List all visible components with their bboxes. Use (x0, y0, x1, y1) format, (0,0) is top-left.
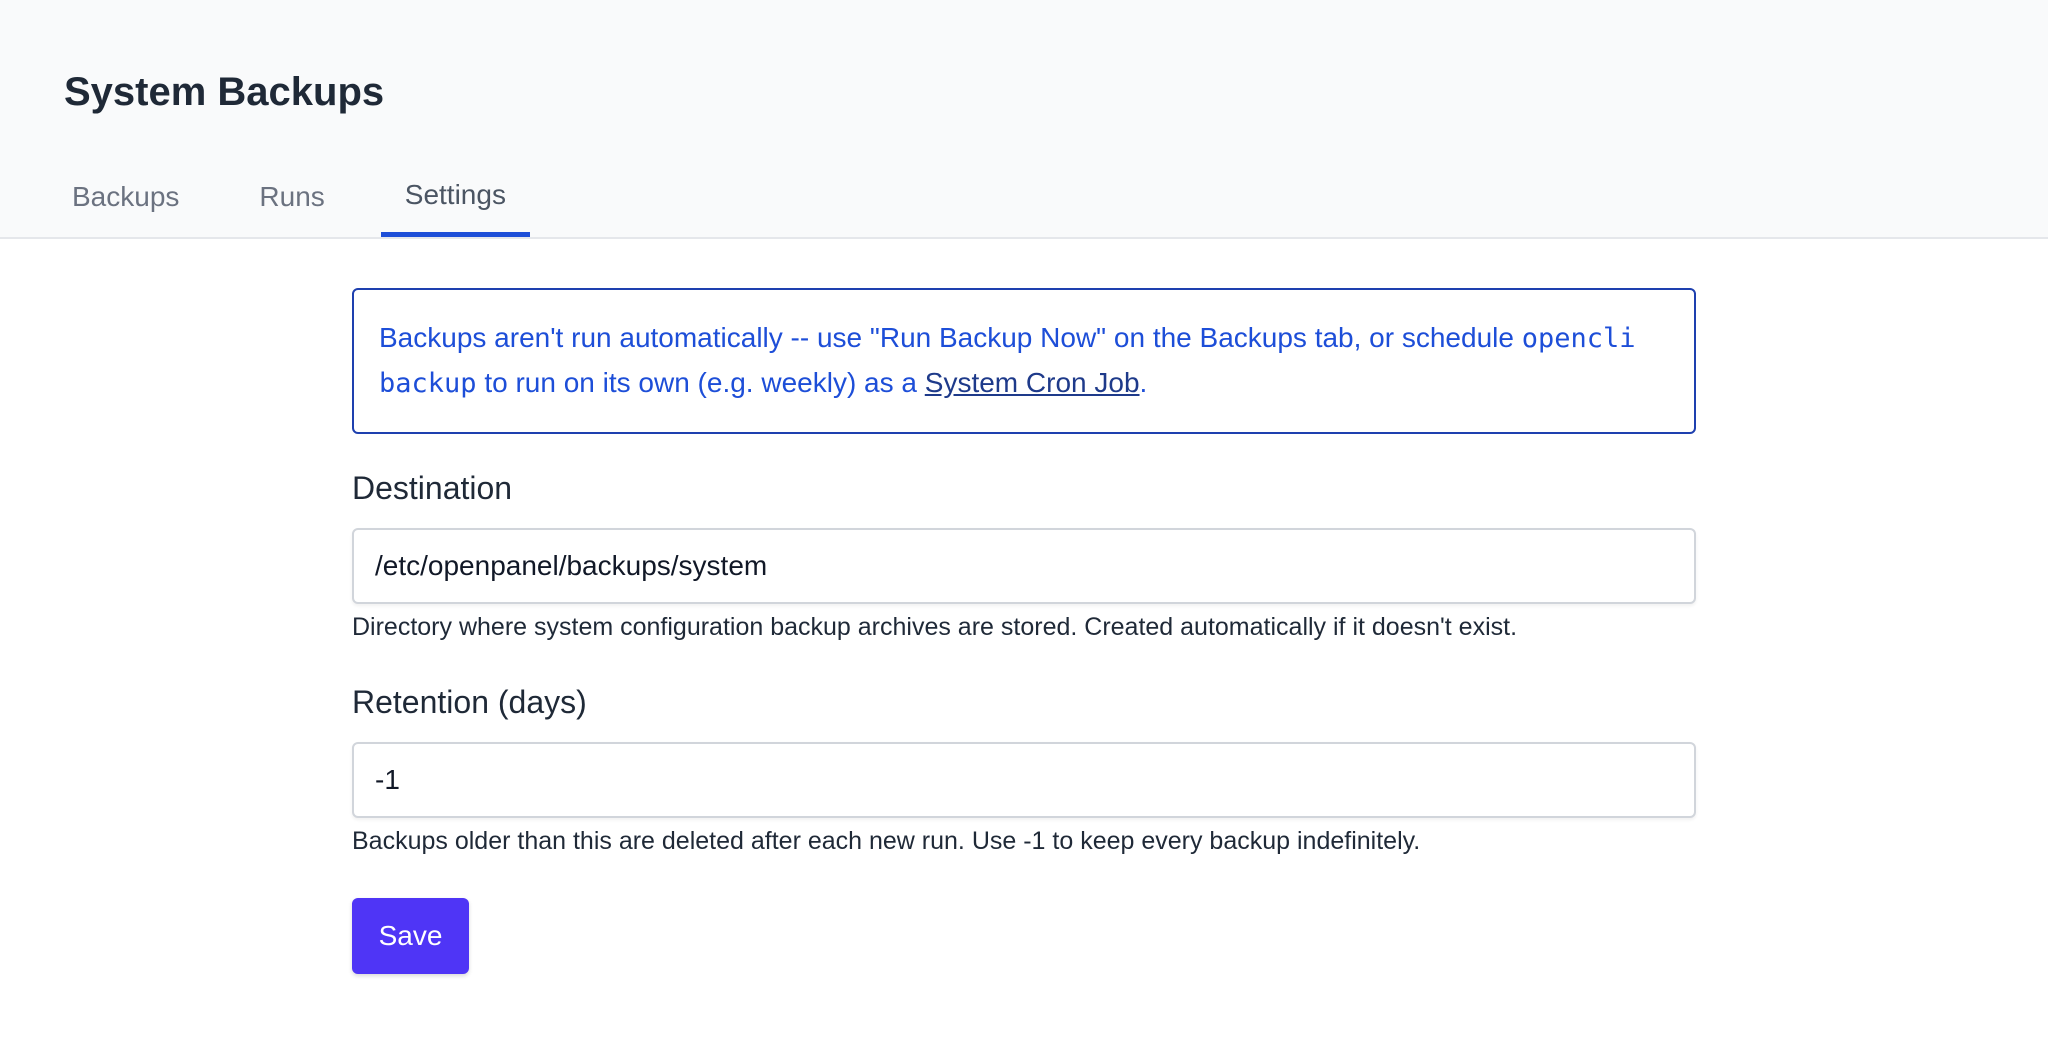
destination-input[interactable] (352, 528, 1696, 604)
destination-help: Directory where system configuration bac… (352, 613, 1518, 641)
tab-label: Runs (259, 181, 325, 212)
page-header: System Backups Backups Runs Settings (0, 0, 2048, 239)
system-cron-job-link[interactable]: System Cron Job (925, 367, 1140, 398)
retention-help: Backups older than this are deleted afte… (352, 827, 1421, 855)
page-title: System Backups (64, 70, 385, 114)
tab-label: Backups (72, 181, 180, 212)
tab-runs[interactable]: Runs (235, 160, 348, 237)
info-text-after: . (1139, 367, 1148, 398)
tab-label: Settings (404, 179, 506, 210)
save-button[interactable]: Save (352, 898, 469, 974)
retention-label: Retention (days) (352, 684, 587, 720)
info-text-before: Backups aren't run automatically -- use … (379, 322, 1522, 353)
settings-form: Backups aren't run automatically -- use … (352, 288, 1696, 974)
tab-settings[interactable]: Settings (380, 160, 531, 237)
info-text-middle: to run on its own (e.g. weekly) as a (476, 367, 925, 398)
info-notice: Backups aren't run automatically -- use … (352, 288, 1696, 434)
destination-label: Destination (352, 470, 513, 506)
tab-bar: Backups Runs Settings (48, 160, 562, 237)
tab-backups[interactable]: Backups (48, 160, 203, 237)
retention-input[interactable] (352, 742, 1696, 818)
